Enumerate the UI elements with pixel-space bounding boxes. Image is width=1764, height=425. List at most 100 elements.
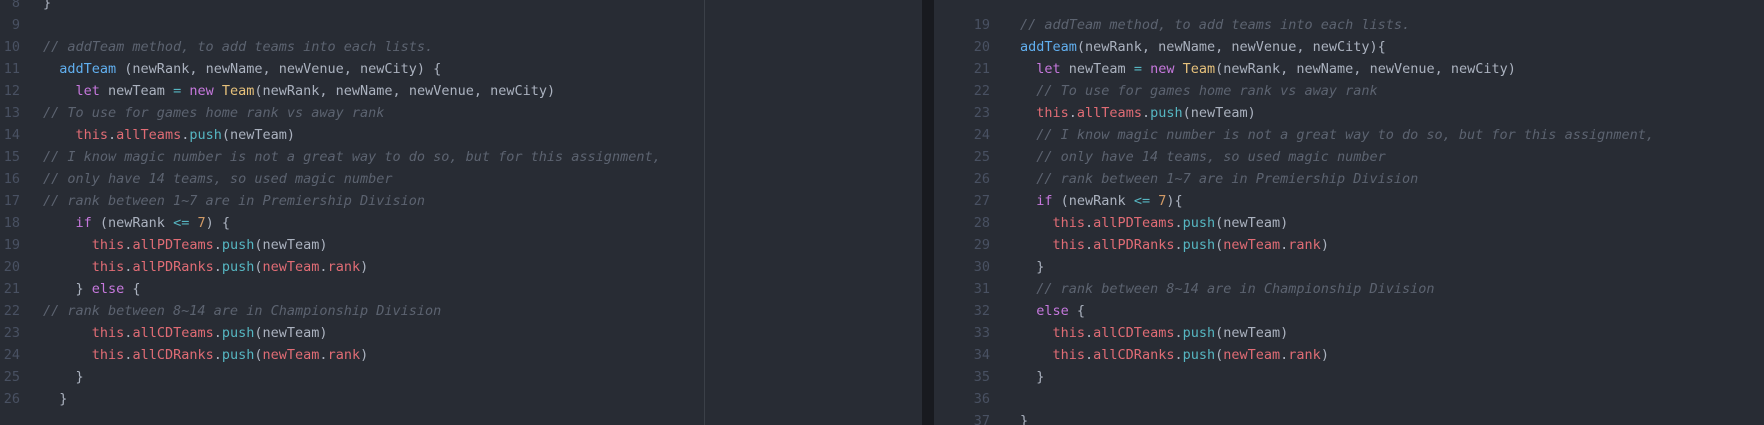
code-line[interactable]: 26 } xyxy=(0,388,922,410)
code-token: // rank between 1~7 are in Premiership D… xyxy=(1036,171,1419,187)
code-text[interactable]: // rank between 1~7 are in Premiership D… xyxy=(43,190,425,212)
code-text[interactable]: } xyxy=(43,388,67,410)
code-line[interactable]: 15 // I know magic number is not a great … xyxy=(0,146,922,168)
code-line[interactable]: 9 xyxy=(0,14,922,36)
line-number: 20 xyxy=(3,259,20,275)
code-line[interactable]: 36 xyxy=(934,388,1764,410)
code-token: (newRank, newName, newVenue, newCity){ xyxy=(1076,39,1386,55)
line-number: 27 xyxy=(973,193,990,209)
code-line[interactable]: 13 // To use for games home rank vs away … xyxy=(0,102,922,124)
code-token: push xyxy=(221,259,255,275)
code-token: this xyxy=(75,127,109,143)
code-line[interactable]: 18 if (newRank <= 7) { xyxy=(0,212,922,234)
code-line[interactable]: 35 } xyxy=(934,366,1764,388)
code-line[interactable]: 24 this.allCDRanks.push(newTeam.rank) xyxy=(0,344,922,366)
code-line[interactable]: 30 } xyxy=(934,256,1764,278)
code-line[interactable]: 10 // addTeam method, to add teams into e… xyxy=(0,36,922,58)
code-text[interactable]: // only have 14 teams, so used magic num… xyxy=(1020,146,1386,168)
code-line[interactable]: 12 let newTeam = new Team(newRank, newNa… xyxy=(0,80,922,102)
code-text[interactable]: addTeam(newRank, newName, newVenue, newC… xyxy=(1020,36,1386,58)
code-text[interactable]: // To use for games home rank vs away ra… xyxy=(1020,80,1377,102)
code-text[interactable]: this.allPDTeams.push(newTeam) xyxy=(1020,212,1289,234)
code-text[interactable]: // I know magic number is not a great wa… xyxy=(1020,124,1654,146)
code-text[interactable]: } else { xyxy=(43,278,141,300)
code-text[interactable]: if (newRank <= 7){ xyxy=(1020,190,1182,212)
code-token: ) xyxy=(1320,237,1329,253)
code-text[interactable]: if (newRank <= 7) { xyxy=(43,212,230,234)
code-text[interactable]: addTeam (newRank, newName, newVenue, new… xyxy=(43,58,441,80)
line-number: 11 xyxy=(3,61,20,77)
code-text[interactable]: this.allCDRanks.push(newTeam.rank) xyxy=(43,344,368,366)
code-line[interactable]: 19 // addTeam method, to add teams into e… xyxy=(934,14,1764,36)
code-line[interactable]: 33 this.allCDTeams.push(newTeam) xyxy=(934,322,1764,344)
code-text[interactable]: } xyxy=(43,366,84,388)
left-code-editor[interactable]: 8} 9 10 // addTeam method, to add teams int… xyxy=(0,0,922,410)
code-line[interactable]: 20 this.allPDRanks.push(newTeam.rank) xyxy=(0,256,922,278)
code-text[interactable]: // only have 14 teams, so used magic num… xyxy=(43,168,393,190)
code-line[interactable]: 20 addTeam(newRank, newName, newVenue, ne… xyxy=(934,36,1764,58)
code-text[interactable]: } xyxy=(1020,366,1044,388)
code-text[interactable]: this.allPDRanks.push(newTeam.rank) xyxy=(1020,234,1329,256)
code-line[interactable]: 17 // rank between 1~7 are in Premiership… xyxy=(0,190,922,212)
code-line[interactable]: 28 this.allPDTeams.push(newTeam) xyxy=(934,212,1764,234)
code-text[interactable]: // rank between 8~14 are in Championship… xyxy=(1020,278,1434,300)
code-line[interactable]: 21 } else { xyxy=(0,278,922,300)
pane-divider[interactable] xyxy=(922,0,934,425)
code-text[interactable]: this.allCDRanks.push(newTeam.rank) xyxy=(1020,344,1329,366)
code-line[interactable]: 37} xyxy=(934,410,1764,425)
code-text[interactable]: // I know magic number is not a great wa… xyxy=(43,146,661,168)
code-line[interactable]: 19 this.allPDTeams.push(newTeam) xyxy=(0,234,922,256)
code-token: new xyxy=(189,83,214,99)
code-line[interactable]: 24 // I know magic number is not a great… xyxy=(934,124,1764,146)
code-line[interactable]: 8} xyxy=(0,0,922,14)
code-token: this xyxy=(1052,215,1086,231)
right-code-editor[interactable]: 19 // addTeam method, to add teams into e… xyxy=(934,0,1764,425)
code-token: // rank between 8~14 are in Championship… xyxy=(43,303,442,319)
code-line[interactable] xyxy=(934,0,1764,14)
code-line[interactable]: 23 this.allTeams.push(newTeam) xyxy=(934,102,1764,124)
code-line[interactable]: 31 // rank between 8~14 are in Champions… xyxy=(934,278,1764,300)
code-token: <= xyxy=(173,215,190,231)
right-editor-pane[interactable]: 19 // addTeam method, to add teams into e… xyxy=(934,0,1764,425)
code-text[interactable]: // addTeam method, to add teams into eac… xyxy=(43,36,433,58)
code-text[interactable]: } xyxy=(43,0,51,14)
code-line[interactable]: 25 } xyxy=(0,366,922,388)
code-line[interactable]: 22 // rank between 8~14 are in Championsh… xyxy=(0,300,922,322)
left-editor-pane[interactable]: 8} 9 10 // addTeam method, to add teams int… xyxy=(0,0,922,425)
code-line[interactable]: 34 this.allCDRanks.push(newTeam.rank) xyxy=(934,344,1764,366)
code-text[interactable]: this.allPDTeams.push(newTeam) xyxy=(43,234,328,256)
code-line[interactable]: 26 // rank between 1~7 are in Premiershi… xyxy=(934,168,1764,190)
code-token: this xyxy=(1052,237,1086,253)
code-text[interactable]: let newTeam = new Team(newRank, newName,… xyxy=(43,80,556,102)
code-text[interactable]: // To use for games home rank vs away ra… xyxy=(43,102,384,124)
code-token: allPDTeams xyxy=(1093,215,1175,231)
code-line[interactable]: 23 this.allCDTeams.push(newTeam) xyxy=(0,322,922,344)
code-text[interactable]: else { xyxy=(1020,300,1085,322)
code-text[interactable]: this.allTeams.push(newTeam) xyxy=(1020,102,1256,124)
code-text[interactable]: let newTeam = new Team(newRank, newName,… xyxy=(1020,58,1516,80)
code-text[interactable]: } xyxy=(1020,410,1028,425)
code-line[interactable]: 25 // only have 14 teams, so used magic … xyxy=(934,146,1764,168)
code-text[interactable]: this.allCDTeams.push(newTeam) xyxy=(43,322,328,344)
code-text[interactable]: // rank between 8~14 are in Championship… xyxy=(43,300,441,322)
code-text[interactable]: this.allCDTeams.push(newTeam) xyxy=(1020,322,1289,344)
code-token: push xyxy=(1182,347,1216,363)
code-line[interactable]: 21 let newTeam = new Team(newRank, newNa… xyxy=(934,58,1764,80)
code-line[interactable]: 27 if (newRank <= 7){ xyxy=(934,190,1764,212)
code-line[interactable]: 14 this.allTeams.push(newTeam) xyxy=(0,124,922,146)
line-number: 9 xyxy=(11,17,20,33)
code-text[interactable]: this.allTeams.push(newTeam) xyxy=(43,124,296,146)
code-line[interactable]: 22 // To use for games home rank vs away… xyxy=(934,80,1764,102)
code-text[interactable]: // addTeam method, to add teams into eac… xyxy=(1020,14,1410,36)
code-line[interactable]: 16 // only have 14 teams, so used magic n… xyxy=(0,168,922,190)
code-line[interactable]: 29 this.allPDRanks.push(newTeam.rank) xyxy=(934,234,1764,256)
code-text[interactable]: } xyxy=(1020,256,1044,278)
code-line[interactable]: 32 else { xyxy=(934,300,1764,322)
code-token: this xyxy=(91,325,125,341)
code-text[interactable]: this.allPDRanks.push(newTeam.rank) xyxy=(43,256,368,278)
code-text[interactable]: // rank between 1~7 are in Premiership D… xyxy=(1020,168,1418,190)
code-line[interactable]: 11 addTeam (newRank, newName, newVenue, … xyxy=(0,58,922,80)
